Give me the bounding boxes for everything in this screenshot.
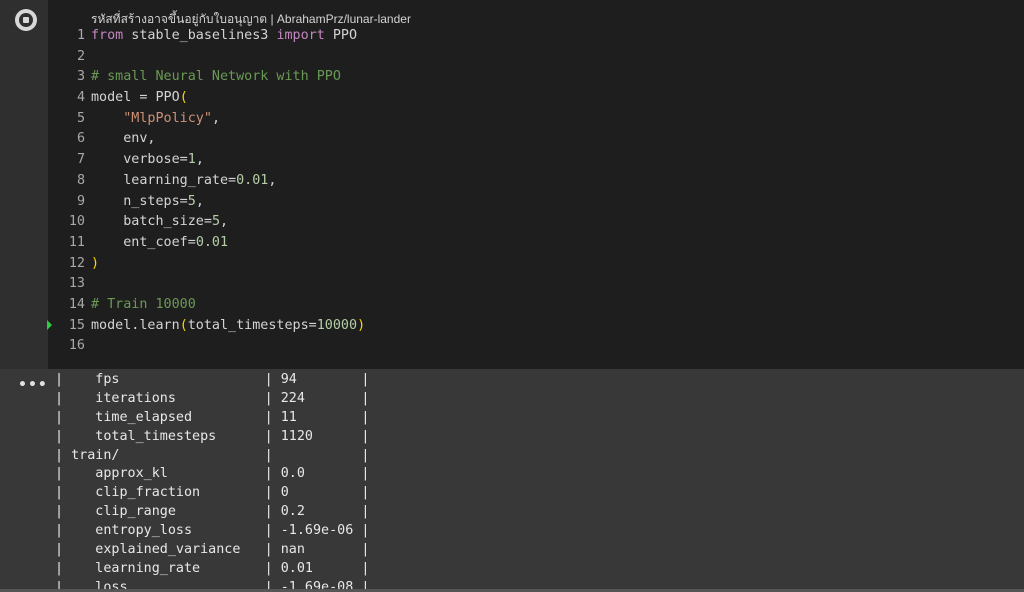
output-line: | explained_variance | nan | (55, 542, 370, 558)
code-line[interactable]: 10 batch_size=5, (56, 212, 365, 233)
code-text: model.learn(total_timesteps=10000) (91, 317, 366, 333)
code-line[interactable]: 12) (56, 254, 365, 275)
line-number: 1 (76, 28, 85, 43)
line-number: 16 (68, 338, 85, 354)
code-line[interactable]: 6 env, (56, 129, 365, 150)
line-number: 9 (76, 193, 85, 209)
code-text: ) (91, 255, 100, 271)
cell-output: ••• | fps | 94 | | iterations | 224 | | ti… (0, 369, 1024, 592)
code-line[interactable]: 11 ent_coef=0.01 (56, 233, 365, 254)
code-text: ent_coef=0.01 (91, 234, 229, 250)
code-line[interactable]: 8 learning_rate=0.01, (56, 171, 365, 192)
code-line[interactable]: 15 model.learn(total_timesteps=10000) (56, 316, 365, 337)
code-line[interactable]: 14 # Train 10000 (56, 295, 365, 316)
line-number: 5 (76, 110, 85, 126)
code-line[interactable]: 13 (56, 274, 365, 295)
line-number: 7 (76, 152, 85, 168)
line-number: 8 (76, 172, 85, 188)
code-line[interactable]: 3 # small Neural Network with PPO (56, 67, 365, 88)
line-number: 4 (76, 90, 85, 106)
code-text: model = PPO( (91, 90, 188, 106)
code-text: n_steps=5, (91, 193, 204, 209)
code-text: # Train 10000 (91, 296, 196, 312)
code-line[interactable]: 9 n_steps=5, (56, 192, 365, 213)
line-number: 6 (76, 131, 85, 147)
code-line[interactable]: 5 "MlpPolicy", (56, 109, 365, 130)
executing-line-arrow-icon (47, 320, 52, 330)
code-text: from stable_baselines3 import PPO (91, 28, 358, 43)
output-line: | clip_fraction | 0 | (55, 485, 370, 501)
output-line: | entropy_loss | -1.69e-06 | (55, 523, 370, 539)
cell-gutter (0, 0, 48, 369)
output-line: | learning_rate | 0.01 | (55, 560, 370, 576)
run-cell-button[interactable] (15, 9, 37, 31)
output-line: | total_timesteps | 1120 | (55, 428, 370, 444)
code-line[interactable]: 16 (56, 336, 365, 357)
code-editor[interactable]: 1 from stable_baselines3 import PPO 2 3 # sm… (56, 26, 365, 357)
code-text: "MlpPolicy", (123, 110, 220, 126)
output-line: | fps | 94 | (55, 372, 370, 387)
line-number: 3 (76, 69, 85, 85)
output-text: | fps | 94 | | iterations | 224 | | time_e… (55, 371, 369, 592)
code-line[interactable]: 2 (56, 47, 365, 68)
line-number: 11 (68, 234, 85, 250)
output-line: | iterations | 224 | (55, 390, 370, 406)
code-line[interactable]: 4 model = PPO( (56, 88, 365, 109)
code-cell[interactable]: รหัสที่สร้างอาจขึ้นอยู่กับใบอนุญาต | Abr… (0, 0, 1024, 369)
output-gutter: ••• (0, 369, 48, 592)
output-line: | clip_range | 0.2 | (55, 504, 370, 520)
code-text: # small Neural Network with PPO (91, 69, 341, 85)
line-number: 12 (68, 255, 85, 271)
line-number: 14 (68, 296, 85, 312)
line-number: 2 (76, 48, 85, 64)
code-line[interactable]: 7 verbose=1, (56, 150, 365, 171)
line-number: 15 (68, 317, 85, 333)
output-line: | train/ | | (55, 447, 370, 463)
output-line: | time_elapsed | 11 | (55, 409, 370, 425)
code-text: batch_size=5, (91, 214, 229, 230)
code-text: learning_rate=0.01, (91, 172, 277, 188)
code-line[interactable]: 1 from stable_baselines3 import PPO (56, 26, 365, 47)
line-number: 10 (68, 214, 85, 230)
code-text: env, (91, 131, 156, 147)
output-line: | approx_kl | 0.0 | (55, 466, 370, 482)
stop-icon (19, 13, 33, 27)
line-number: 13 (68, 276, 85, 292)
code-text: verbose=1, (91, 152, 204, 168)
output-menu-button[interactable]: ••• (18, 377, 48, 393)
